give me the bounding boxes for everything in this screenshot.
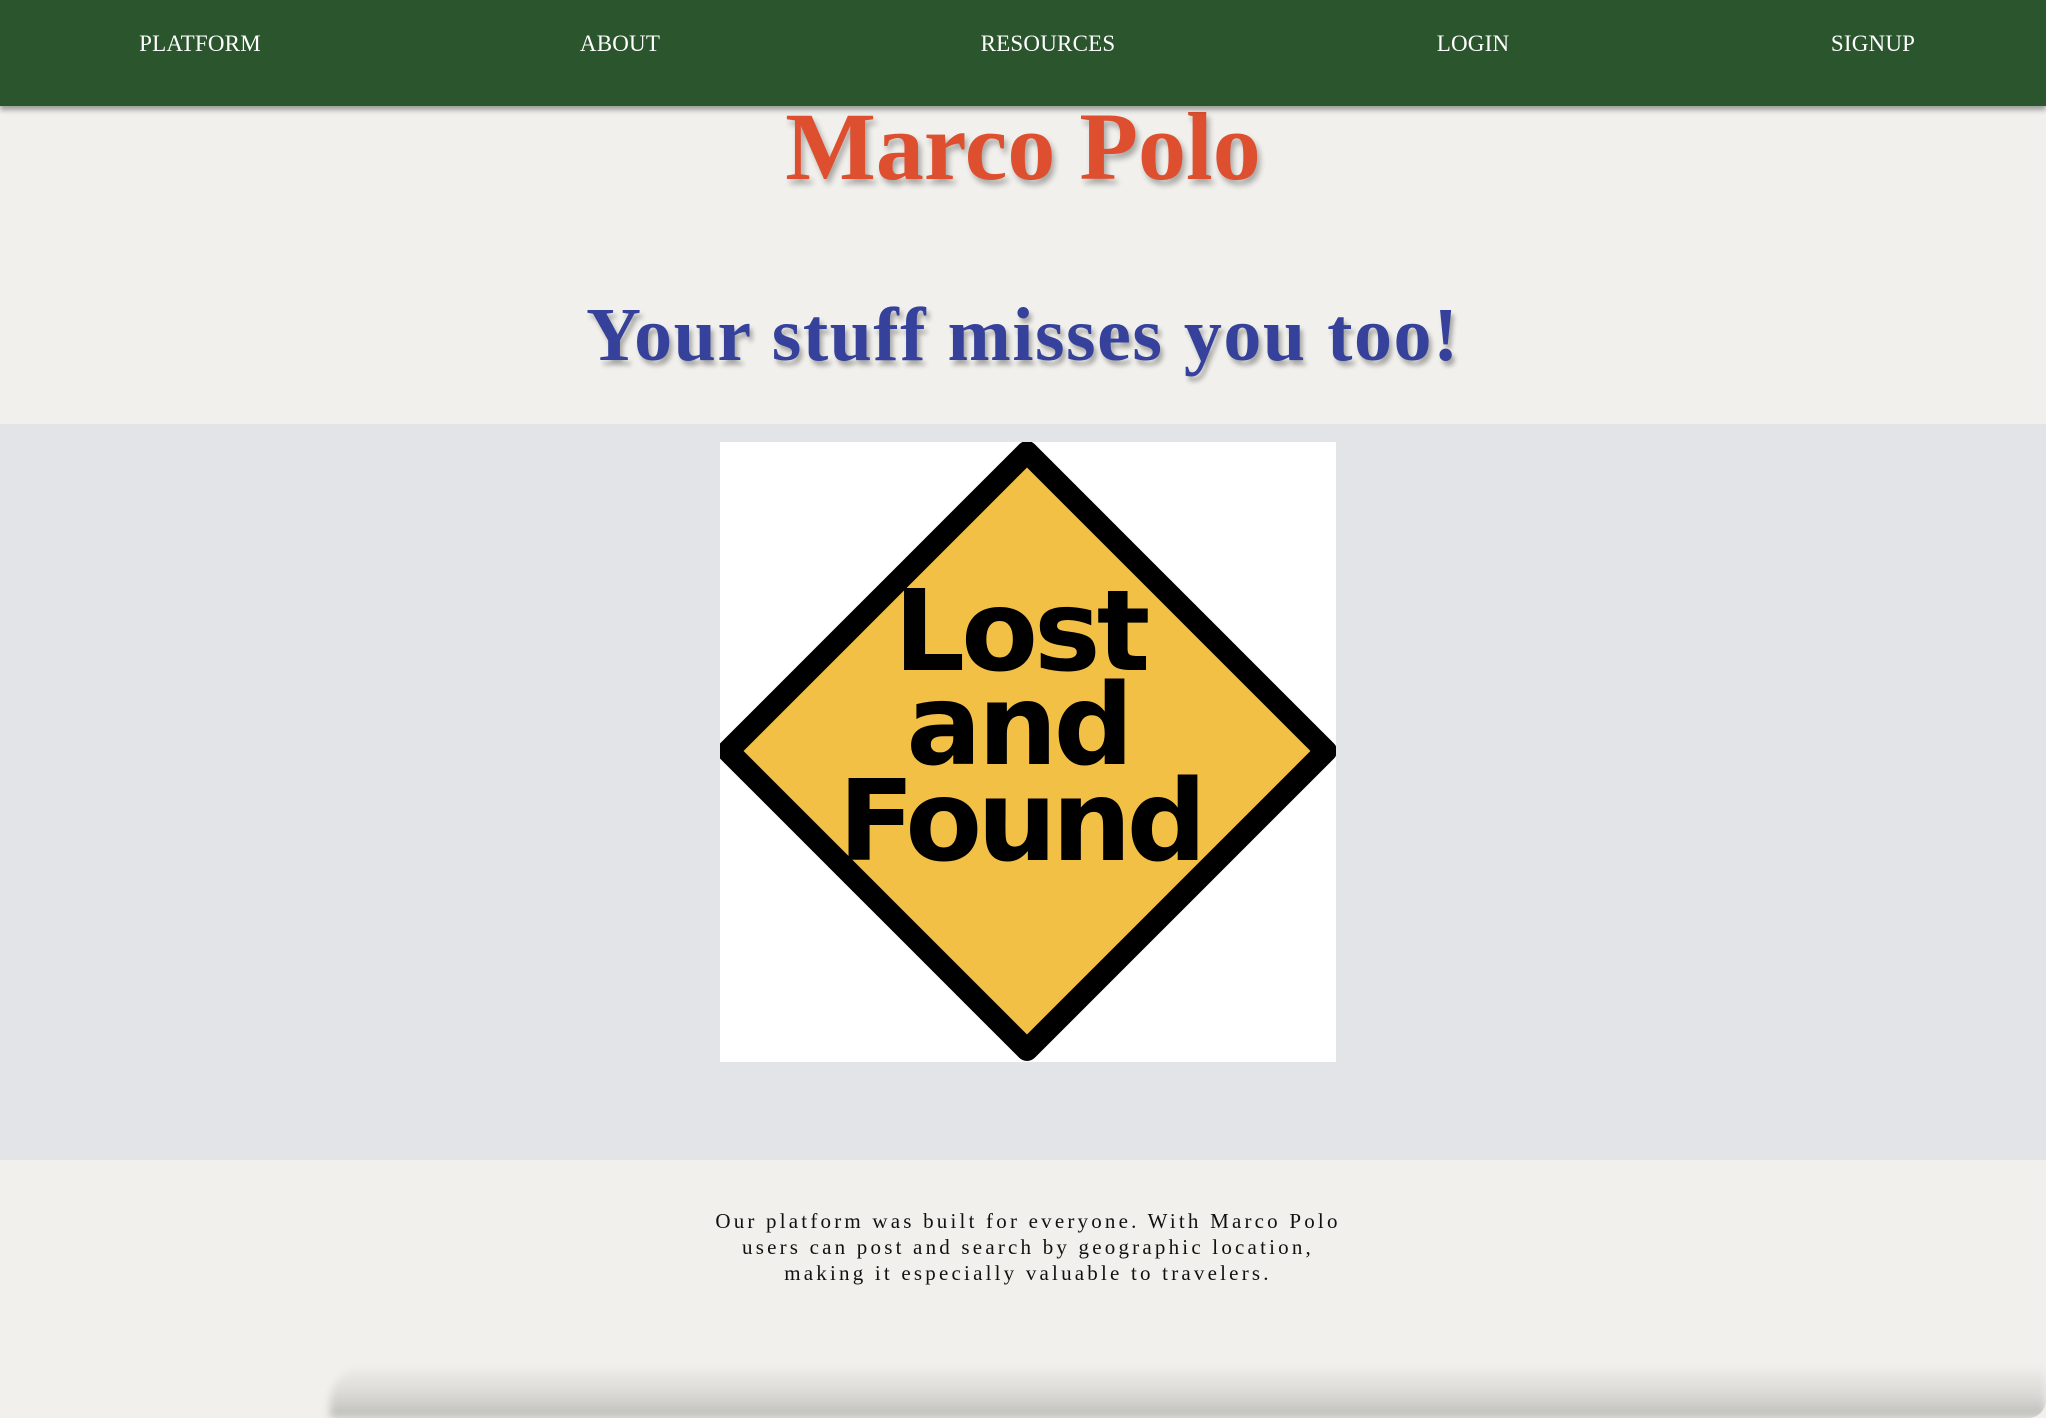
nav-link-platform[interactable]: PLATFORM [139,0,261,88]
platform-description: Our platform was built for everyone. Wit… [715,1209,1341,1285]
warning-sign-icon: Lost and Found [720,442,1336,1062]
nav-link-resources[interactable]: RESOURCES [981,0,1116,88]
nav-link-about[interactable]: ABOUT [580,0,660,88]
nav-link-signup[interactable]: SIGNUP [1831,0,1915,88]
sign-line-3: Found [838,757,1202,887]
brand-title: Marco Polo [785,93,1261,200]
tagline: Your stuff misses you too! [586,293,1460,377]
lost-and-found-sign-image: Lost and Found [720,442,1336,1062]
top-navigation: PLATFORM ABOUT RESOURCES LOGIN SIGNUP [0,0,2046,106]
page: PLATFORM ABOUT RESOURCES LOGIN SIGNUP Ma… [0,0,2046,1418]
nav-link-login[interactable]: LOGIN [1437,0,1510,88]
hero-band: Lost and Found [0,424,2046,1160]
bottom-shadow [330,1364,2046,1418]
